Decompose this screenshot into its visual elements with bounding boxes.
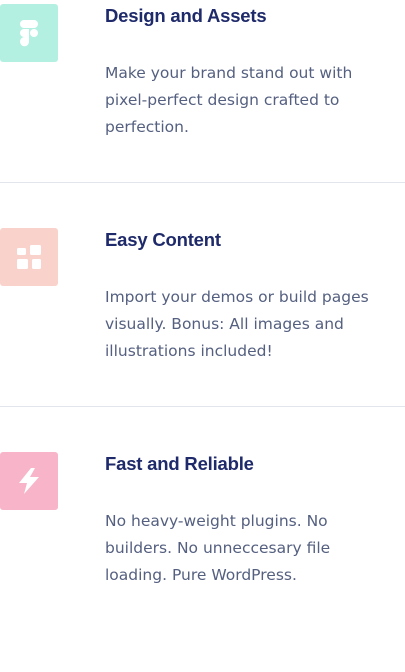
feature-icon-tile <box>0 228 58 286</box>
feature-icon-tile <box>0 452 58 510</box>
feature-item-fast-reliable: Fast and Reliable No heavy-weight plugin… <box>0 448 405 672</box>
feature-description: Import your demos or build pages visuall… <box>105 288 369 360</box>
lightning-icon <box>16 467 42 495</box>
feature-title: Easy Content <box>105 229 221 250</box>
figma-icon <box>18 19 40 47</box>
feature-item-design-assets: Design and Assets Make your brand stand … <box>0 0 405 224</box>
feature-title: Design and Assets <box>105 5 267 26</box>
feature-icon-tile <box>0 4 58 62</box>
feature-title: Fast and Reliable <box>105 453 254 474</box>
grid-icon <box>16 244 42 270</box>
feature-item-easy-content: Easy Content Import your demos or build … <box>0 224 405 448</box>
feature-description: Make your brand stand out with pixel-per… <box>105 64 353 136</box>
divider <box>0 182 405 183</box>
feature-description: No heavy-weight plugins. No builders. No… <box>105 512 331 584</box>
divider <box>0 406 405 407</box>
